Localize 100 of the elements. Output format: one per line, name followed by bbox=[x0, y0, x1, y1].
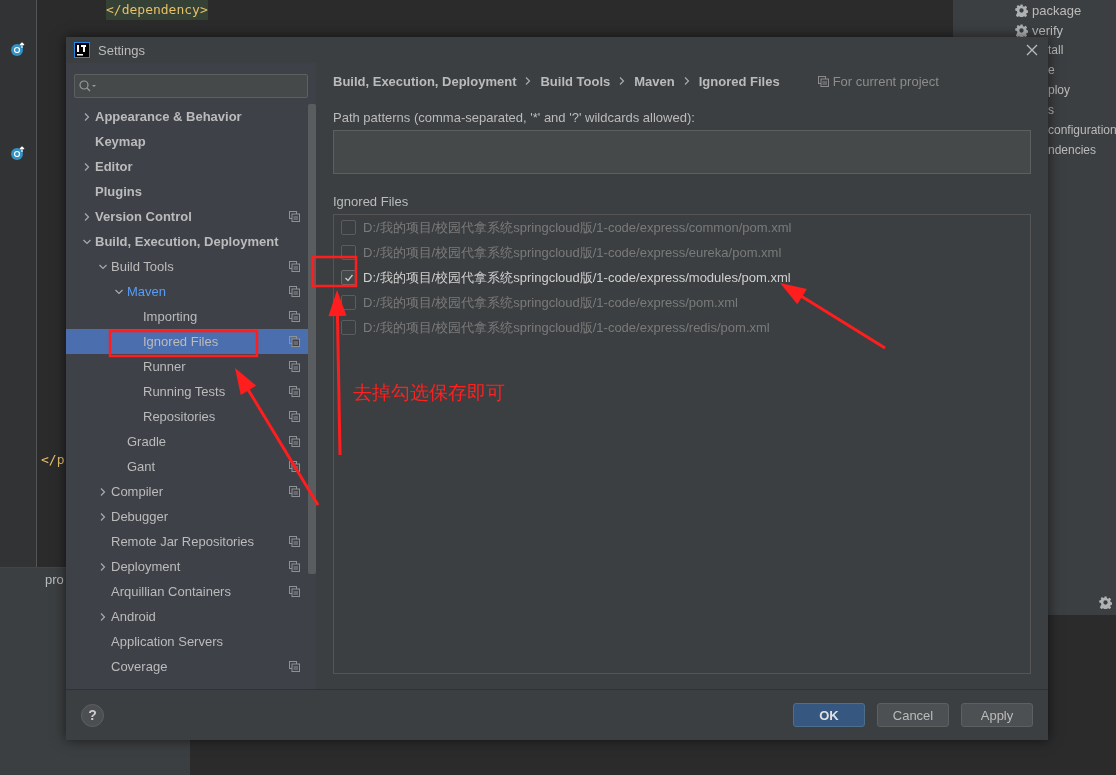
chevron-right-icon bbox=[524, 77, 533, 85]
tree-item[interactable]: Editor bbox=[66, 154, 308, 179]
maven-goal[interactable]: s bbox=[1048, 100, 1054, 120]
tree-item-label: Build Tools bbox=[111, 259, 175, 274]
tree-item[interactable]: Appearance & Behavior bbox=[66, 104, 308, 129]
breadcrumb-item: Ignored Files bbox=[698, 73, 780, 89]
maven-goal[interactable]: configuration bbox=[1048, 120, 1116, 140]
code-line: </p bbox=[41, 451, 65, 469]
tree-item[interactable]: Gant bbox=[66, 454, 308, 479]
tree-item-label: Plugins bbox=[95, 184, 143, 199]
maven-goal[interactable]: verify bbox=[1032, 22, 1064, 38]
copy-icon bbox=[289, 261, 300, 272]
tree-item[interactable]: Runner bbox=[66, 354, 308, 379]
annotation-note: 去掉勾选保存即可 bbox=[353, 381, 505, 405]
dialog-button[interactable]: Apply bbox=[961, 703, 1033, 727]
copy-icon bbox=[289, 536, 300, 547]
gear-icon bbox=[1015, 3, 1028, 17]
copy-icon bbox=[289, 436, 300, 447]
tree-item[interactable]: Android bbox=[66, 604, 308, 629]
tree-item-label: Remote Jar Repositories bbox=[111, 534, 256, 549]
dialog-button[interactable]: OK bbox=[793, 703, 865, 727]
tree-item[interactable]: Gradle bbox=[66, 429, 308, 454]
scrollbar-thumb[interactable] bbox=[308, 104, 316, 574]
maven-goal[interactable]: ndencies bbox=[1048, 140, 1097, 160]
tree-item[interactable]: Compiler bbox=[66, 479, 308, 504]
help-button[interactable]: ? bbox=[81, 703, 104, 727]
file-path: D:/我的项目/校园代拿系统springcloud版/1-code/express/common/pom.xml bbox=[363, 218, 792, 237]
tree-item[interactable]: Remote Jar Repositories bbox=[66, 529, 308, 554]
checkbox[interactable] bbox=[341, 295, 356, 310]
tree-item[interactable]: Repositories bbox=[66, 404, 308, 429]
tree-item-label: Gradle bbox=[127, 434, 168, 449]
tree-item[interactable]: Plugins bbox=[66, 179, 308, 204]
file-path: D:/我的项目/校园代拿系统springcloud版/1-code/express/redis/pom.xml bbox=[363, 318, 770, 337]
tree-item-label: Debugger bbox=[111, 509, 170, 524]
file-path: D:/我的项目/校园代拿系统springcloud版/1-code/express/modules/pom.xml bbox=[363, 268, 791, 287]
maven-goal[interactable]: package bbox=[1032, 2, 1082, 18]
copy-icon bbox=[289, 486, 300, 497]
copy-icon bbox=[289, 311, 300, 322]
breadcrumb-item: Maven bbox=[634, 73, 675, 89]
tree-item-label: Importing bbox=[143, 309, 199, 324]
maven-goal[interactable]: tall bbox=[1048, 40, 1064, 60]
file-path: D:/我的项目/校园代拿系统springcloud版/1-code/express/pom.xml bbox=[363, 293, 738, 312]
tree-item[interactable]: Debugger bbox=[66, 504, 308, 529]
tree-item[interactable]: Build Tools bbox=[66, 254, 308, 279]
tree-item-label: Gant bbox=[127, 459, 157, 474]
tree-item[interactable]: Keymap bbox=[66, 129, 308, 154]
tree-item-label: Appearance & Behavior bbox=[95, 109, 243, 124]
maven-goal[interactable]: ploy bbox=[1048, 80, 1070, 100]
tree-item-label: Android bbox=[111, 609, 157, 624]
tree-item-label: Editor bbox=[95, 159, 134, 174]
copy-icon bbox=[289, 211, 300, 222]
scope-text: For current project bbox=[832, 73, 939, 89]
copy-icon bbox=[289, 561, 300, 572]
maven-goal[interactable]: e bbox=[1048, 60, 1055, 80]
tree-item-label: Build, Execution, Deployment bbox=[95, 234, 280, 249]
tree-item[interactable]: Maven bbox=[66, 279, 308, 304]
checkmark-icon bbox=[343, 272, 354, 283]
checkbox[interactable] bbox=[341, 220, 356, 235]
tree-item-label: Runner bbox=[143, 359, 187, 374]
copy-icon bbox=[289, 386, 300, 397]
gear-icon bbox=[1099, 596, 1112, 609]
copy-icon bbox=[289, 361, 300, 372]
gutter-marker-icon[interactable] bbox=[11, 42, 25, 56]
tree-item[interactable]: Importing bbox=[66, 304, 308, 329]
copy-icon bbox=[289, 286, 300, 297]
tree-item-label: Deployment bbox=[111, 559, 182, 574]
tree-item-label: Arquillian Containers bbox=[111, 584, 232, 599]
dialog-button[interactable]: Cancel bbox=[877, 703, 949, 727]
highlight-frame bbox=[311, 255, 358, 288]
copy-icon bbox=[289, 586, 300, 597]
tree-item[interactable]: Version Control bbox=[66, 204, 308, 229]
tree-item[interactable]: Running Tests bbox=[66, 379, 308, 404]
tree-item-label: Ignored Files bbox=[143, 334, 220, 349]
tree-item-label: Compiler bbox=[111, 484, 164, 499]
close-button[interactable] bbox=[1026, 44, 1038, 56]
breadcrumb-item: Build, Execution, Deployment bbox=[333, 73, 517, 89]
copy-icon bbox=[289, 336, 300, 347]
tree-item[interactable]: Coverage bbox=[66, 654, 308, 679]
gear-icon bbox=[1015, 23, 1028, 37]
breadcrumb-item: Build Tools bbox=[540, 73, 611, 89]
copy-icon bbox=[817, 75, 829, 87]
file-path: D:/我的项目/校园代拿系统springcloud版/1-code/express/eureka/pom.xml bbox=[363, 243, 782, 262]
chevron-right-icon bbox=[618, 77, 627, 85]
search-icon bbox=[79, 80, 97, 92]
tree-item-label: Coverage bbox=[111, 659, 169, 674]
chevron-right-icon bbox=[682, 77, 691, 85]
path-patterns-field[interactable] bbox=[333, 130, 1031, 174]
tree-item-label: Application Servers bbox=[111, 634, 224, 649]
gutter-marker-icon[interactable] bbox=[11, 146, 25, 160]
app-logo-icon bbox=[74, 42, 90, 58]
tree-item-label: Maven bbox=[127, 284, 168, 299]
tree-item[interactable]: Application Servers bbox=[66, 629, 308, 654]
tree-item-label: Version Control bbox=[95, 209, 193, 224]
tree-item-label: Repositories bbox=[143, 409, 217, 424]
tree-item-label: Keymap bbox=[95, 134, 147, 149]
section-label: Ignored Files bbox=[333, 194, 410, 209]
checkbox[interactable] bbox=[341, 320, 356, 335]
tree-item[interactable]: Build, Execution, Deployment bbox=[66, 229, 308, 254]
search-field[interactable] bbox=[74, 74, 308, 98]
copy-icon bbox=[289, 461, 300, 472]
